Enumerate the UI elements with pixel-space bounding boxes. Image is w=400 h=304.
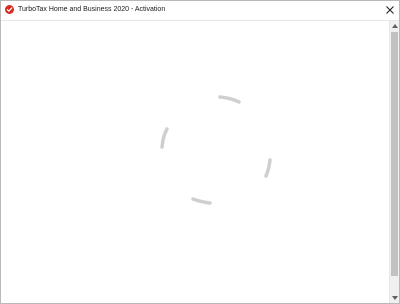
scroll-down-arrow-icon	[391, 296, 398, 300]
scroll-up-arrow-icon	[391, 24, 398, 28]
close-icon	[386, 6, 394, 14]
window-title: TurboTax Home and Business 2020 - Activa…	[18, 6, 166, 13]
title-bar[interactable]: TurboTax Home and Business 2020 - Activa…	[1, 1, 399, 21]
scroll-down-button[interactable]	[390, 293, 399, 303]
activation-window: TurboTax Home and Business 2020 - Activa…	[0, 0, 400, 304]
scroll-up-button[interactable]	[390, 21, 399, 31]
vertical-scrollbar[interactable]	[389, 21, 399, 303]
close-button[interactable]	[381, 1, 399, 19]
content-area	[1, 21, 389, 303]
scroll-thumb[interactable]	[391, 32, 398, 276]
loading-spinner-icon	[160, 95, 272, 205]
turbotax-check-icon	[5, 5, 14, 14]
